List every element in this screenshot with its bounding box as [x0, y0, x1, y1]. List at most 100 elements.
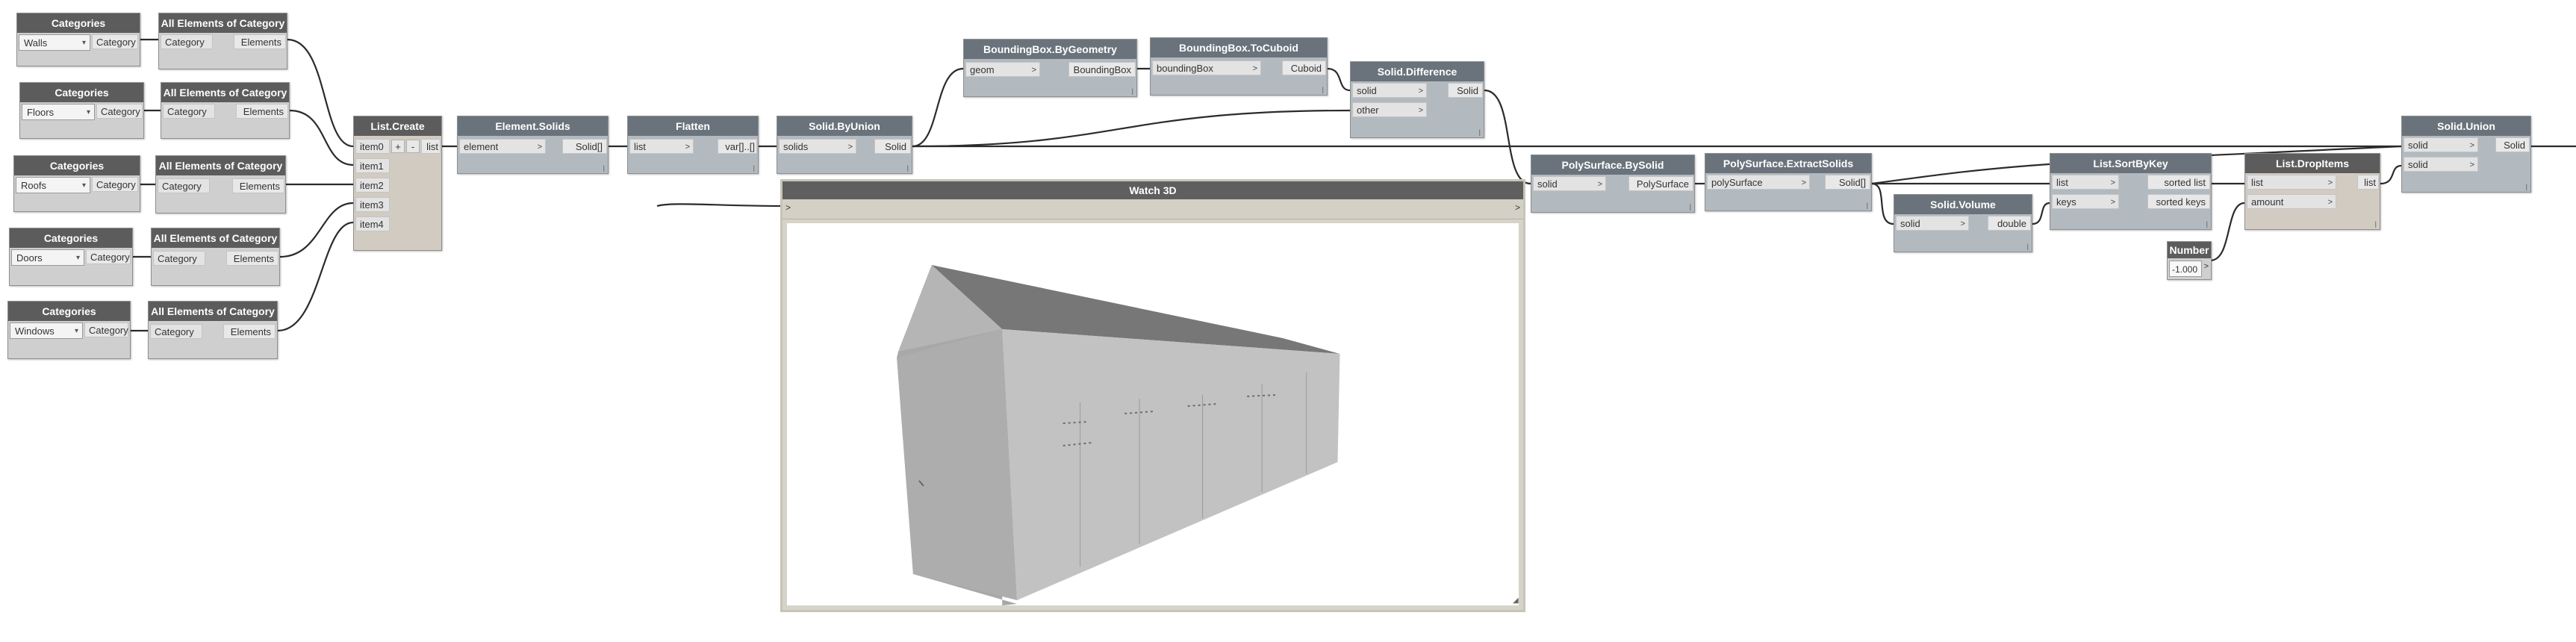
input-port-other[interactable]: other >: [1352, 102, 1427, 117]
all-elements-node-5[interactable]: All Elements of Category Category Elemen…: [148, 301, 278, 359]
element-solids-node[interactable]: Element.Solids element > Solid[] |: [457, 116, 609, 174]
input-port[interactable]: element >: [459, 139, 546, 154]
categories-node-floors[interactable]: Categories Floors ▾ Category: [19, 82, 144, 139]
number-input[interactable]: -1.000: [2169, 261, 2202, 277]
input-port[interactable]: polySurface >: [1707, 175, 1810, 190]
boundingbox-tocuboid-node[interactable]: BoundingBox.ToCuboid boundingBox > Cuboi…: [1150, 37, 1328, 96]
arrow-right-icon: >: [2110, 198, 2115, 207]
category-dropdown[interactable]: Floors ▾: [22, 104, 95, 120]
input-port[interactable]: Category: [161, 34, 213, 49]
output-port[interactable]: Category: [86, 249, 131, 264]
output-port[interactable]: PolySurface: [1628, 176, 1693, 191]
input-port[interactable]: Category: [153, 251, 205, 266]
3d-viewport[interactable]: ◢: [787, 223, 1519, 605]
category-dropdown[interactable]: Walls ▾: [19, 34, 90, 51]
category-dropdown[interactable]: Roofs ▾: [16, 177, 90, 193]
categories-node-walls[interactable]: Categories Walls ▾ Category: [16, 13, 140, 66]
number-node[interactable]: Number -1.000 >: [2167, 241, 2212, 280]
input-port-list[interactable]: list >: [2247, 175, 2336, 190]
category-dropdown[interactable]: Windows ▾: [10, 322, 83, 339]
input-port-keys[interactable]: keys >: [2052, 194, 2119, 209]
input-port[interactable]: solid >: [1896, 216, 1969, 231]
lacing-icon: |: [1322, 86, 1324, 93]
output-port[interactable]: Category: [92, 177, 138, 192]
lacing-icon: |: [753, 164, 755, 172]
list-dropitems-node[interactable]: List.DropItems list > amount > list |: [2244, 153, 2380, 230]
output-port[interactable]: Elements: [226, 251, 279, 266]
output-port[interactable]: BoundingBox: [1068, 62, 1136, 77]
input-port-list[interactable]: list >: [2052, 175, 2119, 190]
input-port[interactable]: geom >: [965, 62, 1040, 77]
polysurface-bysolid-node[interactable]: PolySurface.BySolid solid > PolySurface …: [1531, 155, 1695, 213]
input-port-item4[interactable]: item4: [355, 216, 390, 231]
output-port[interactable]: Elements: [236, 104, 288, 119]
output-port[interactable]: Solid: [1448, 83, 1483, 98]
input-port[interactable]: Category: [150, 324, 202, 339]
categories-node-roofs[interactable]: Categories Roofs ▾ Category: [13, 155, 140, 212]
solid-volume-node[interactable]: Solid.Volume solid > double |: [1894, 194, 2032, 252]
port-label: solid: [1900, 218, 1920, 229]
output-port[interactable]: >: [1515, 202, 1520, 213]
output-port[interactable]: var[]..[]: [718, 139, 757, 154]
output-port[interactable]: Elements: [223, 324, 276, 339]
polysurface-extractsolids-node[interactable]: PolySurface.ExtractSolids polySurface > …: [1705, 153, 1872, 211]
output-port[interactable]: Category: [84, 322, 128, 337]
lacing-icon: |: [1478, 128, 1481, 136]
input-port-item3[interactable]: item3: [355, 197, 390, 212]
input-port-item0[interactable]: item0: [355, 139, 390, 154]
arrow-right-icon: >: [685, 143, 690, 152]
solid-difference-node[interactable]: Solid.Difference solid > other > Solid |: [1350, 61, 1484, 138]
input-port[interactable]: >: [785, 202, 791, 213]
boundingbox-bygeometry-node[interactable]: BoundingBox.ByGeometry geom > BoundingBo…: [963, 39, 1137, 97]
input-port[interactable]: list >: [629, 139, 694, 154]
category-dropdown[interactable]: Doors ▾: [11, 249, 84, 266]
input-port-solid-1[interactable]: solid >: [2404, 137, 2478, 152]
input-port[interactable]: Category: [163, 104, 215, 119]
output-port-sorted-keys[interactable]: sorted keys: [2147, 194, 2210, 209]
input-port-amount[interactable]: amount >: [2247, 194, 2336, 209]
output-port[interactable]: Solid: [2495, 137, 2530, 152]
node-title: Element.Solids: [458, 116, 608, 136]
input-port[interactable]: solids >: [779, 139, 856, 154]
solid-byunion-node[interactable]: Solid.ByUnion solids > Solid |: [777, 116, 912, 174]
input-port[interactable]: Category: [158, 178, 210, 193]
output-port[interactable]: Elements: [234, 34, 286, 49]
input-port-item1[interactable]: item1: [355, 158, 390, 173]
output-port[interactable]: Category: [92, 34, 138, 49]
output-port[interactable]: Solid[]: [562, 139, 607, 154]
all-elements-node-1[interactable]: All Elements of Category Category Elemen…: [158, 13, 287, 69]
port-label: list: [634, 141, 646, 152]
input-port-item2[interactable]: item2: [355, 178, 390, 193]
output-port[interactable]: Solid: [874, 139, 911, 154]
output-port[interactable]: Category: [96, 104, 143, 119]
node-title: All Elements of Category: [156, 156, 285, 175]
output-port[interactable]: Cuboid: [1282, 60, 1326, 75]
output-port[interactable]: double: [1988, 216, 2031, 231]
output-port[interactable]: list: [421, 139, 441, 154]
output-port[interactable]: list: [2357, 175, 2379, 190]
input-port-solid-2[interactable]: solid >: [2404, 157, 2478, 172]
input-port[interactable]: solid >: [1533, 176, 1606, 191]
output-port-sorted-list[interactable]: sorted list: [2147, 175, 2210, 190]
list-create-node[interactable]: List.Create item0 + - list item1 item2 i…: [353, 116, 442, 251]
lacing-icon: |: [906, 164, 909, 172]
node-title: List.Create: [354, 116, 441, 136]
output-port[interactable]: Solid[]: [1825, 175, 1870, 190]
input-port-solid[interactable]: solid >: [1352, 83, 1427, 98]
flatten-node[interactable]: Flatten list > var[]..[] |: [627, 116, 759, 174]
add-input-button[interactable]: +: [391, 140, 405, 153]
input-port[interactable]: boundingBox >: [1152, 60, 1261, 75]
categories-node-windows[interactable]: Categories Windows ▾ Category: [7, 301, 131, 359]
port-label: solid: [2408, 159, 2428, 170]
node-title: List.DropItems: [2245, 154, 2380, 173]
watch-3d-node[interactable]: Watch 3D > > ◢: [780, 179, 1525, 612]
output-port[interactable]: Elements: [232, 178, 284, 193]
all-elements-node-4[interactable]: All Elements of Category Category Elemen…: [151, 228, 280, 286]
solid-union-node[interactable]: Solid.Union solid > solid > Solid |: [2401, 116, 2531, 193]
all-elements-node-3[interactable]: All Elements of Category Category Elemen…: [155, 155, 286, 214]
all-elements-node-2[interactable]: All Elements of Category Category Elemen…: [161, 82, 290, 139]
list-sortbykey-node[interactable]: List.SortByKey list > keys > sorted list…: [2050, 153, 2212, 230]
remove-input-button[interactable]: -: [406, 140, 420, 153]
categories-node-doors[interactable]: Categories Doors ▾ Category: [9, 228, 133, 286]
wire: [1871, 182, 1894, 225]
